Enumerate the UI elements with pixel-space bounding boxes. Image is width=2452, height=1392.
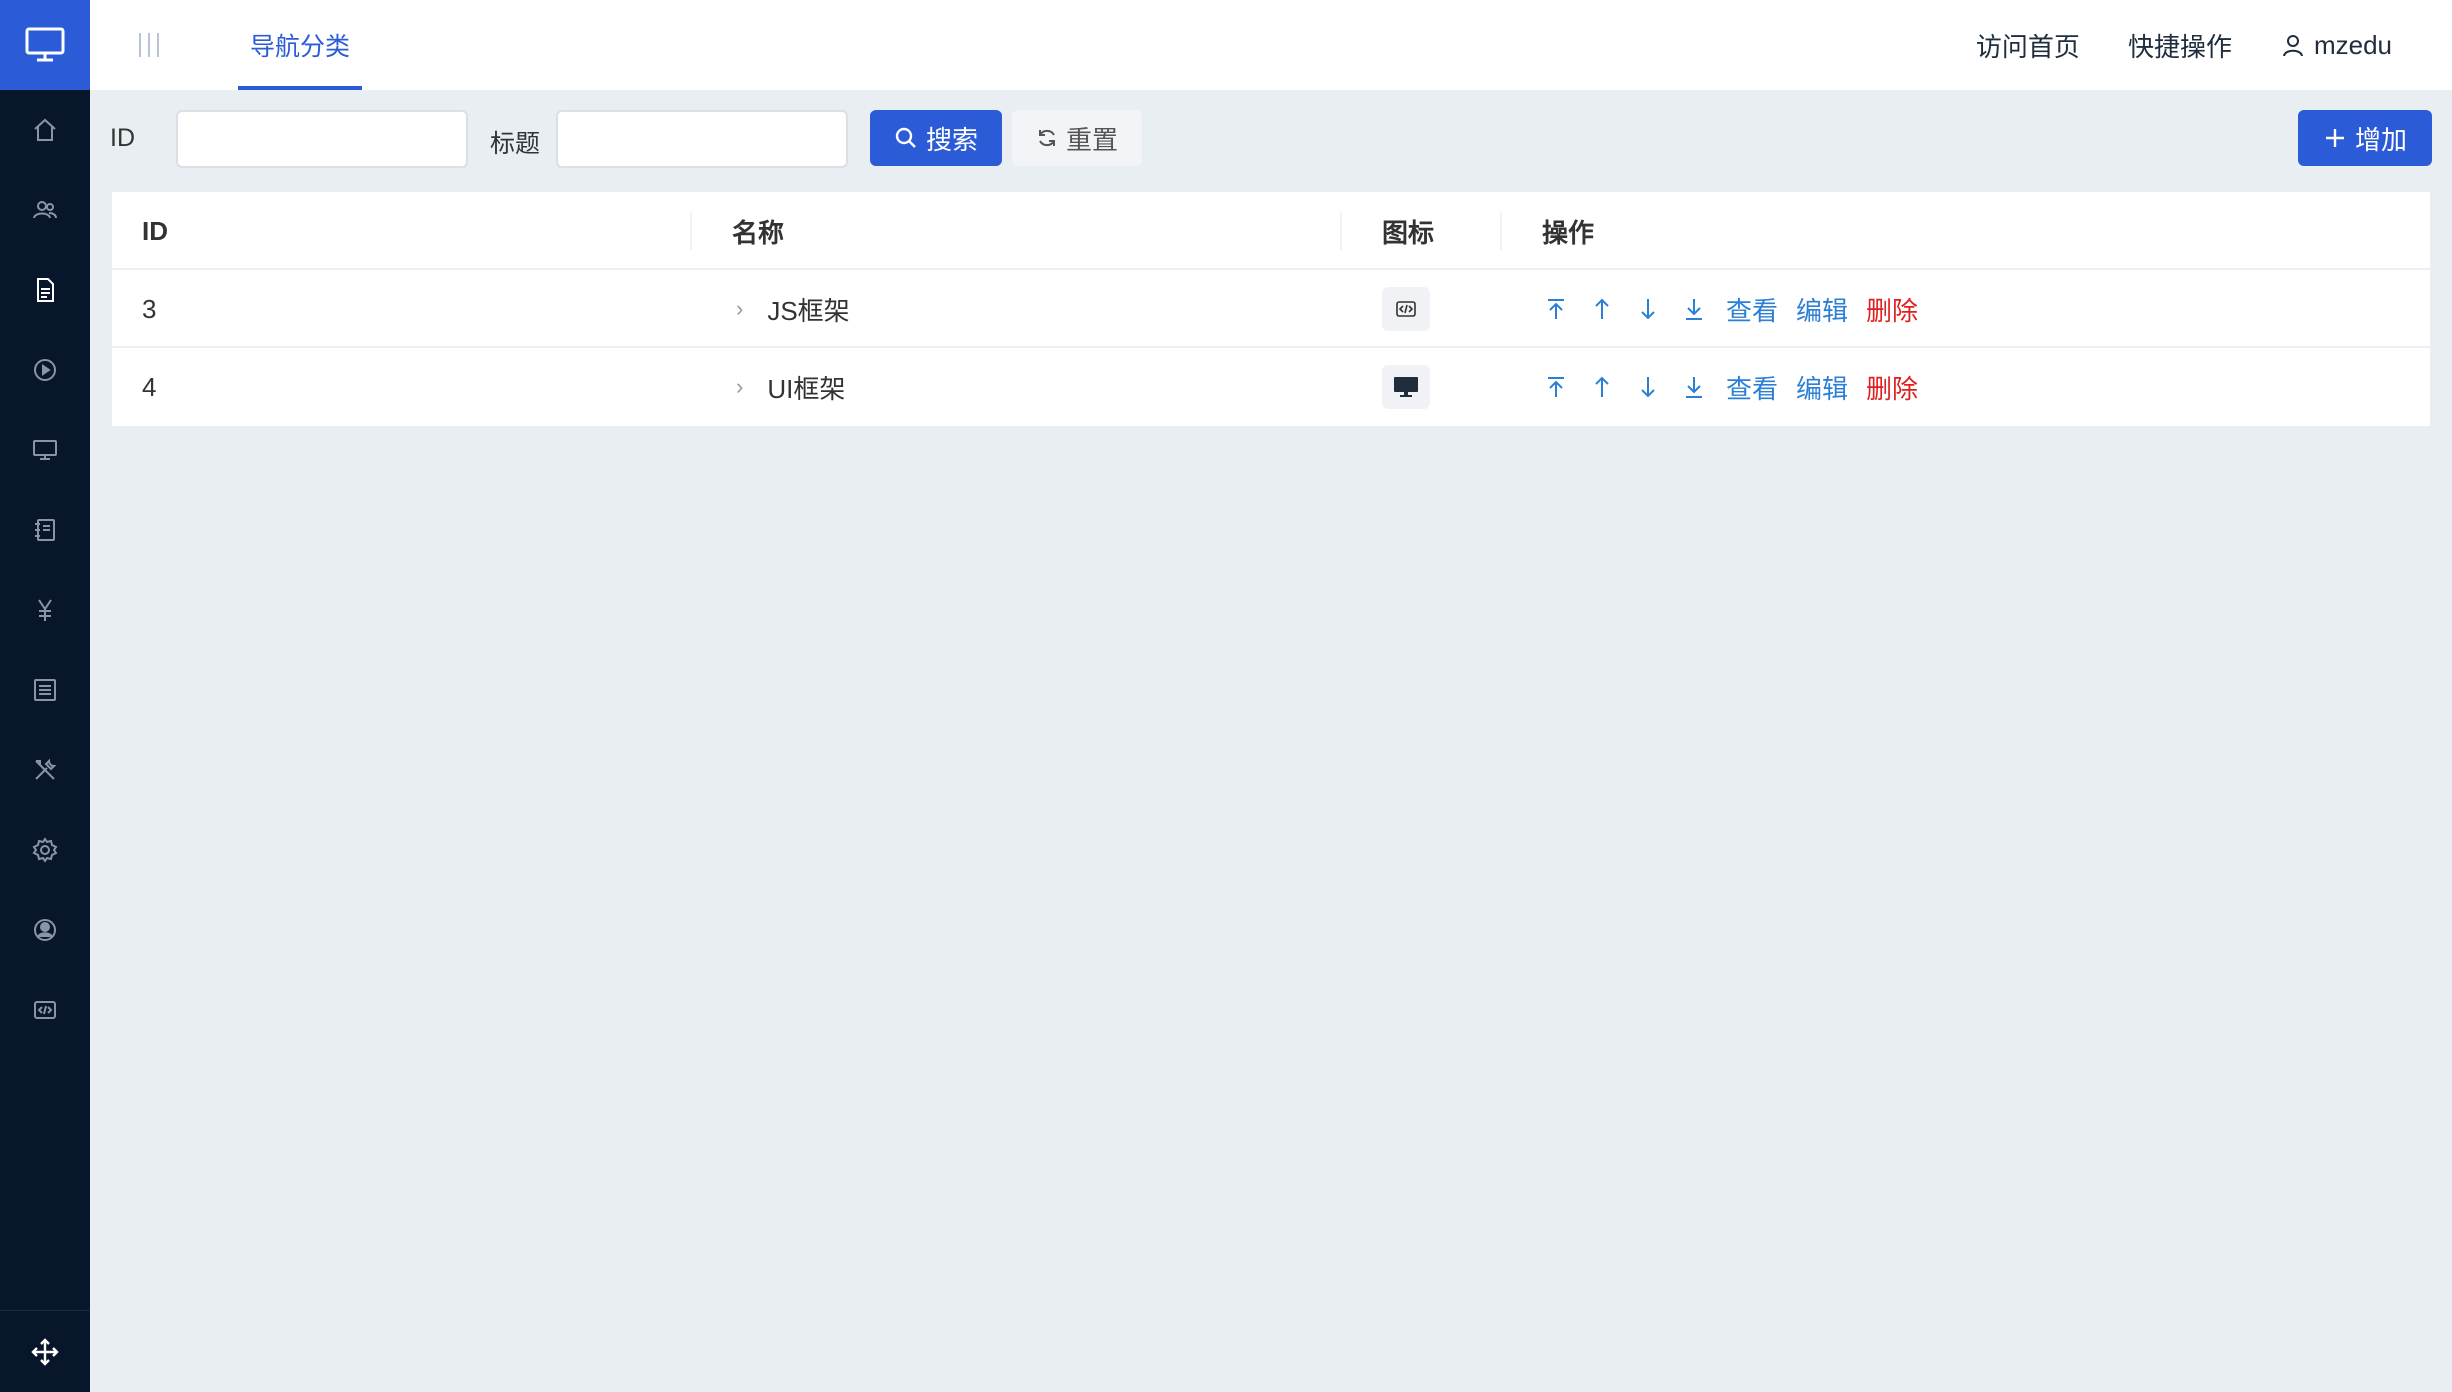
header-actions: 操作 [1542,217,1595,248]
quick-actions-link[interactable]: 快捷操作 [2128,27,2232,64]
move-top-icon[interactable] [1542,373,1570,401]
table-header: ID 名称 图标 操作 [112,192,2430,270]
sidebar-item-tools[interactable] [0,730,90,810]
sidebar-item-play[interactable] [0,330,90,410]
users-icon [33,201,57,219]
code-icon [1382,287,1430,331]
sidebar-item-notebook[interactable] [0,490,90,570]
header-name: 名称 [732,217,785,248]
sidebar-item-finance[interactable] [0,570,90,650]
home-icon [34,118,56,141]
collapse-icon [139,33,159,57]
sidebar-item-home[interactable] [0,90,90,170]
id-label: ID [110,124,135,152]
tab-active-indicator [238,86,362,90]
row-icon-cell [1382,348,1430,426]
refresh-icon [1038,129,1055,147]
sidebar-item-users[interactable] [0,170,90,250]
move-bottom-icon[interactable] [1680,373,1708,401]
row-name: UI框架 [767,373,846,404]
table-row: 3 › JS框架 查看 编辑 删除 [112,270,2430,348]
move-up-icon[interactable] [1588,295,1616,323]
row-name-cell: › UI框架 [736,348,845,426]
search-icon [895,127,916,148]
delete-link[interactable]: 删除 [1866,369,1918,406]
id-input[interactable] [176,110,468,168]
row-actions: 查看 编辑 删除 [1542,270,1918,348]
sidebar-drag-handle[interactable] [0,1310,90,1392]
row-id: 4 [142,371,157,402]
logo[interactable] [0,0,90,90]
username: mzedu [2313,29,2392,60]
table-row: 4 › UI框架 查看 编辑 删除 [112,348,2430,426]
sidebar-item-settings[interactable] [0,810,90,890]
title-input[interactable] [556,110,848,168]
expand-chevron-icon[interactable]: › [736,374,743,400]
delete-link[interactable]: 删除 [1866,291,1918,328]
header-divider [1500,212,1502,250]
notebook-icon [35,519,55,541]
row-name-cell: › JS框架 [736,270,850,348]
add-button[interactable]: 增加 [2298,110,2432,166]
monitor-logo-icon [25,27,65,62]
row-id: 3 [142,293,157,324]
user-icon [2282,35,2303,57]
list-icon [34,679,56,701]
sidebar-item-profile[interactable] [0,890,90,970]
move-icon [31,1337,59,1366]
tab-label: 导航分类 [249,33,350,61]
header-divider [1340,212,1342,250]
move-bottom-icon[interactable] [1680,295,1708,323]
expand-chevron-icon[interactable]: › [736,296,743,322]
play-icon [34,359,56,381]
search-button[interactable]: 搜索 [870,110,1002,166]
collapse-sidebar-button[interactable] [134,30,164,60]
header-divider [690,212,692,250]
edit-link[interactable]: 编辑 [1796,291,1848,328]
visit-home-link[interactable]: 访问首页 [1976,27,2080,64]
user-circle-icon [34,919,56,941]
topbar: 导航分类 访问首页 快捷操作 mzedu [90,0,2452,90]
yen-icon [38,599,52,621]
topbar-actions: 访问首页 快捷操作 mzedu [1976,0,2392,90]
reset-button-label: 重置 [1065,124,1118,155]
move-top-icon[interactable] [1542,295,1570,323]
view-link[interactable]: 查看 [1726,369,1778,406]
sidebar [0,0,90,1392]
row-actions: 查看 编辑 删除 [1542,348,1918,426]
document-icon [37,278,54,302]
tab-nav-category[interactable]: 导航分类 [238,0,362,90]
move-down-icon[interactable] [1634,295,1662,323]
user-menu[interactable]: mzedu [2280,30,2392,61]
sidebar-item-document[interactable] [0,250,90,330]
move-down-icon[interactable] [1634,373,1662,401]
title-label: 标题 [490,130,541,158]
header-icon: 图标 [1382,217,1435,248]
sidebar-item-monitor[interactable] [0,410,90,490]
sidebar-item-code[interactable] [0,970,90,1050]
monitor-icon [1382,365,1430,409]
add-button-label: 增加 [2354,124,2407,155]
code-icon [34,1001,56,1019]
reset-button[interactable]: 重置 [1012,110,1142,166]
header-id: ID [142,215,168,246]
sidebar-item-list[interactable] [0,650,90,730]
view-link[interactable]: 查看 [1726,291,1778,328]
monitor-icon [33,440,57,460]
move-up-icon[interactable] [1588,373,1616,401]
edit-link[interactable]: 编辑 [1796,369,1848,406]
tools-icon [35,758,57,780]
row-icon-cell [1382,270,1430,348]
plus-icon [2325,129,2344,147]
data-table: ID 名称 图标 操作 3 › JS框架 查看 编辑 删除 4 › UI框架 查… [112,192,2430,426]
settings-icon [32,837,58,863]
search-button-label: 搜索 [925,124,978,155]
row-name: JS框架 [767,295,850,326]
